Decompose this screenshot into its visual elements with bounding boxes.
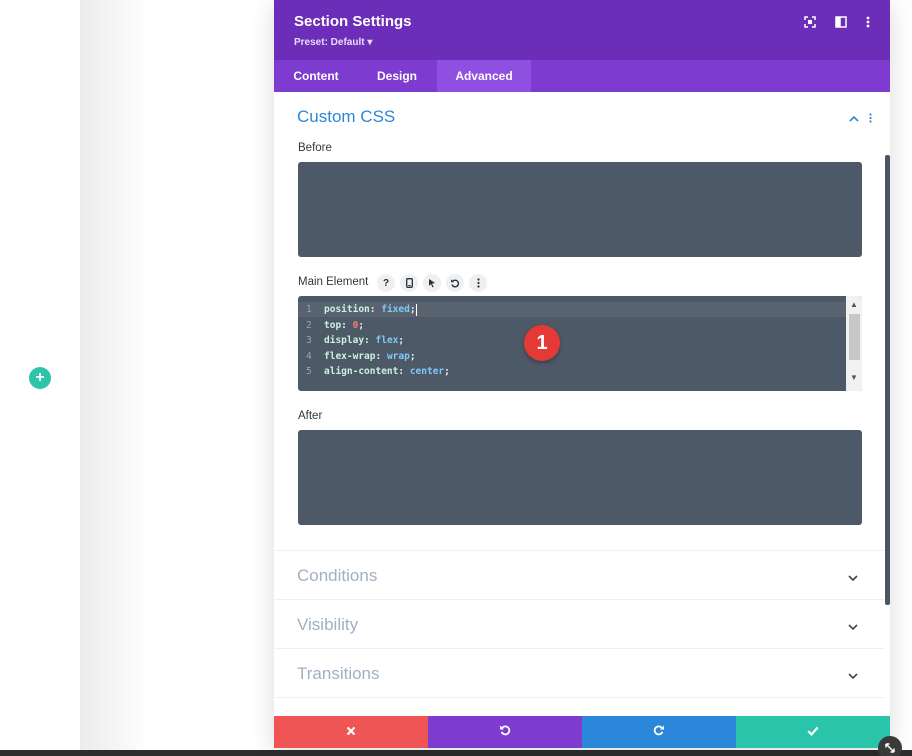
after-label: After (298, 410, 323, 422)
code-line[interactable]: 2 top: 0; (298, 318, 846, 333)
code-line[interactable]: 5 align-content: center; (298, 364, 846, 379)
code-text: position: fixed; (324, 303, 417, 316)
chevron-up-icon[interactable] (849, 110, 859, 128)
code-text: display: flex; (324, 335, 405, 347)
section-settings-modal: Section Settings Preset: Default ▾ Conte… (274, 0, 890, 748)
modal-footer (274, 716, 890, 748)
save-button[interactable] (736, 716, 890, 748)
split-view-icon[interactable] (833, 14, 849, 30)
modal-scrollbar[interactable] (885, 155, 890, 605)
accordion-next (274, 697, 884, 716)
line-number: 2 (306, 319, 312, 331)
annotation-badge: 1 (524, 325, 560, 361)
check-icon (807, 723, 819, 741)
accordion-transitions[interactable]: Transitions (274, 648, 884, 697)
code-text: flex-wrap: wrap; (324, 350, 416, 362)
before-css-editor[interactable] (298, 162, 862, 257)
page-edge-shadow (80, 0, 150, 756)
before-label: Before (298, 142, 332, 154)
close-icon (346, 723, 356, 741)
line-number: 1 (306, 304, 312, 315)
cancel-button[interactable] (274, 716, 428, 748)
css-property: align-content (324, 366, 399, 378)
help-icon[interactable]: ? (377, 274, 395, 292)
code-text: top: 0; (324, 319, 365, 331)
line-number: 3 (306, 335, 312, 347)
tab-content[interactable]: Content (274, 60, 358, 92)
line-number: 4 (306, 350, 312, 362)
css-value: flex (375, 335, 399, 347)
mobile-icon[interactable] (400, 274, 418, 292)
code-line[interactable]: 4 flex-wrap: wrap; (298, 349, 846, 364)
tab-design[interactable]: Design (358, 60, 436, 92)
redo-button[interactable] (582, 716, 736, 748)
preset-selector[interactable]: Preset: Default ▾ (294, 37, 372, 48)
group-options-icon[interactable] (869, 110, 872, 128)
after-css-editor[interactable] (298, 430, 862, 525)
fullscreen-icon[interactable] (802, 14, 818, 30)
css-property: top (324, 319, 342, 331)
main-element-label: Main Element (298, 276, 369, 288)
editor-scroll-thumb[interactable] (849, 314, 860, 360)
more-options-icon[interactable] (860, 14, 876, 30)
scroll-down-icon[interactable]: ▼ (850, 374, 858, 382)
cursor-icon[interactable] (423, 274, 441, 292)
add-section-button[interactable]: + (29, 367, 51, 389)
editor-scrollbar[interactable]: ▲ ▼ (846, 296, 862, 391)
chevron-down-icon (848, 569, 858, 587)
line-number: 5 (306, 366, 312, 378)
settings-tabs: Content Design Advanced (274, 60, 890, 92)
text-cursor (415, 303, 417, 316)
chevron-down-icon (848, 667, 858, 685)
css-value: wrap (386, 350, 410, 362)
modal-title: Section Settings (294, 13, 412, 30)
undo-icon[interactable] (446, 274, 464, 292)
css-value: fixed (381, 304, 410, 315)
more-icon[interactable] (469, 274, 487, 292)
accordion-title: Visibility (297, 615, 359, 634)
accordion-title: Transitions (297, 664, 380, 683)
custom-css-title[interactable]: Custom CSS (297, 107, 395, 127)
redo-icon (653, 723, 665, 741)
builder-canvas: + Section Settings Preset: Default ▾ Con… (0, 0, 912, 756)
css-property: flex-wrap (324, 350, 376, 362)
code-line[interactable]: 3 display: flex; (298, 333, 846, 348)
accordion-visibility[interactable]: Visibility (274, 599, 884, 648)
code-line[interactable]: 1 position: fixed; (298, 302, 846, 317)
modal-header: Section Settings Preset: Default ▾ (274, 0, 890, 60)
css-value: center (409, 366, 445, 378)
chevron-down-icon (848, 618, 858, 636)
accordion-title: Conditions (297, 566, 378, 585)
resize-handle-icon[interactable] (878, 736, 902, 756)
accordion-conditions[interactable]: Conditions (274, 550, 884, 599)
css-property: display (324, 335, 365, 347)
undo-icon (499, 723, 511, 741)
tab-advanced[interactable]: Advanced (437, 60, 531, 92)
code-text: align-content: center; (324, 366, 450, 378)
css-property: position (324, 304, 370, 315)
main-element-css-editor[interactable]: 1 position: fixed; 2 top: 0; 3 display: flex;… (298, 296, 862, 391)
canvas-bottom-bar (0, 750, 912, 756)
scroll-up-icon[interactable]: ▲ (850, 301, 858, 309)
undo-button[interactable] (428, 716, 582, 748)
